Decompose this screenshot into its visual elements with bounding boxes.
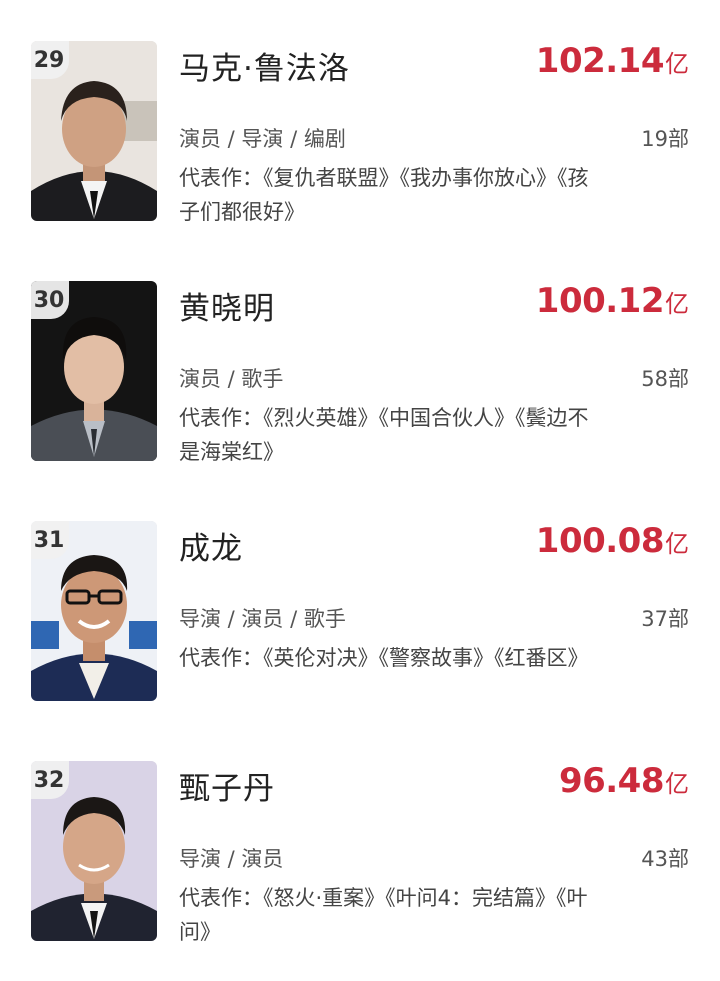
- rank-badge: 31: [31, 521, 69, 559]
- box-office-unit: 亿: [665, 530, 689, 558]
- box-office-value: 102.14: [535, 41, 665, 81]
- film-count: 19部: [641, 127, 689, 151]
- box-office-total: 100.08亿: [536, 521, 689, 561]
- person-roles: 演员 / 歌手: [179, 367, 284, 391]
- box-office-value: 96.48: [558, 761, 665, 801]
- person-roles: 导演 / 演员: [179, 847, 284, 871]
- representative-works: 代表作：《烈火英雄》《中国合伙人》《鬓边不是海棠红》: [179, 406, 589, 464]
- person-name[interactable]: 马克·鲁法洛: [179, 43, 350, 88]
- representative-works: 代表作：《复仇者联盟》《我办事你放心》《孩子们都很好》: [179, 166, 589, 224]
- box-office-unit: 亿: [665, 770, 689, 798]
- actor-photo[interactable]: 30: [31, 281, 157, 461]
- representative-works: 代表作：《英伦对决》《警察故事》《红番区》: [179, 646, 589, 670]
- person-row[interactable]: 29 马克·鲁法洛 102.14亿 演员 / 导演 / 编剧 19部 代表作：《…: [0, 41, 720, 261]
- box-office-total: 100.12亿: [536, 281, 689, 321]
- rank-badge: 30: [31, 281, 69, 319]
- person-roles: 导演 / 演员 / 歌手: [179, 607, 346, 631]
- box-office-unit: 亿: [665, 290, 689, 318]
- box-office-unit: 亿: [665, 50, 689, 78]
- person-name[interactable]: 甄子丹: [179, 763, 275, 808]
- person-row[interactable]: 30 黄晓明 100.12亿 演员 / 歌手 58部 代表作：《烈火英雄》《中国…: [0, 281, 720, 501]
- film-count: 37部: [641, 607, 689, 631]
- film-count: 43部: [641, 847, 689, 871]
- box-office-ranking-list: 29 马克·鲁法洛 102.14亿 演员 / 导演 / 编剧 19部 代表作：《…: [0, 0, 720, 954]
- box-office-value: 100.12: [535, 281, 665, 321]
- person-roles: 演员 / 导演 / 编剧: [179, 127, 346, 151]
- person-row[interactable]: 31 成龙 100.08亿 导演 / 演员 / 歌手 37部 代表作：《英伦对决…: [0, 521, 720, 741]
- person-name[interactable]: 黄晓明: [179, 283, 275, 328]
- box-office-value: 100.08: [535, 521, 665, 561]
- person-row[interactable]: 32 甄子丹 96.48亿 导演 / 演员 43部 代表作：《怒火·重案》《叶问…: [0, 761, 720, 981]
- actor-photo[interactable]: 32: [31, 761, 157, 941]
- film-count: 58部: [641, 367, 689, 391]
- person-name[interactable]: 成龙: [179, 523, 243, 568]
- representative-works: 代表作：《怒火·重案》《叶问4：完结篇》《叶问》: [179, 886, 588, 944]
- actor-photo[interactable]: 31: [31, 521, 157, 701]
- actor-photo[interactable]: 29: [31, 41, 157, 221]
- box-office-total: 102.14亿: [536, 41, 689, 81]
- rank-badge: 32: [31, 761, 69, 799]
- box-office-total: 96.48亿: [559, 761, 689, 801]
- rank-badge: 29: [31, 41, 69, 79]
